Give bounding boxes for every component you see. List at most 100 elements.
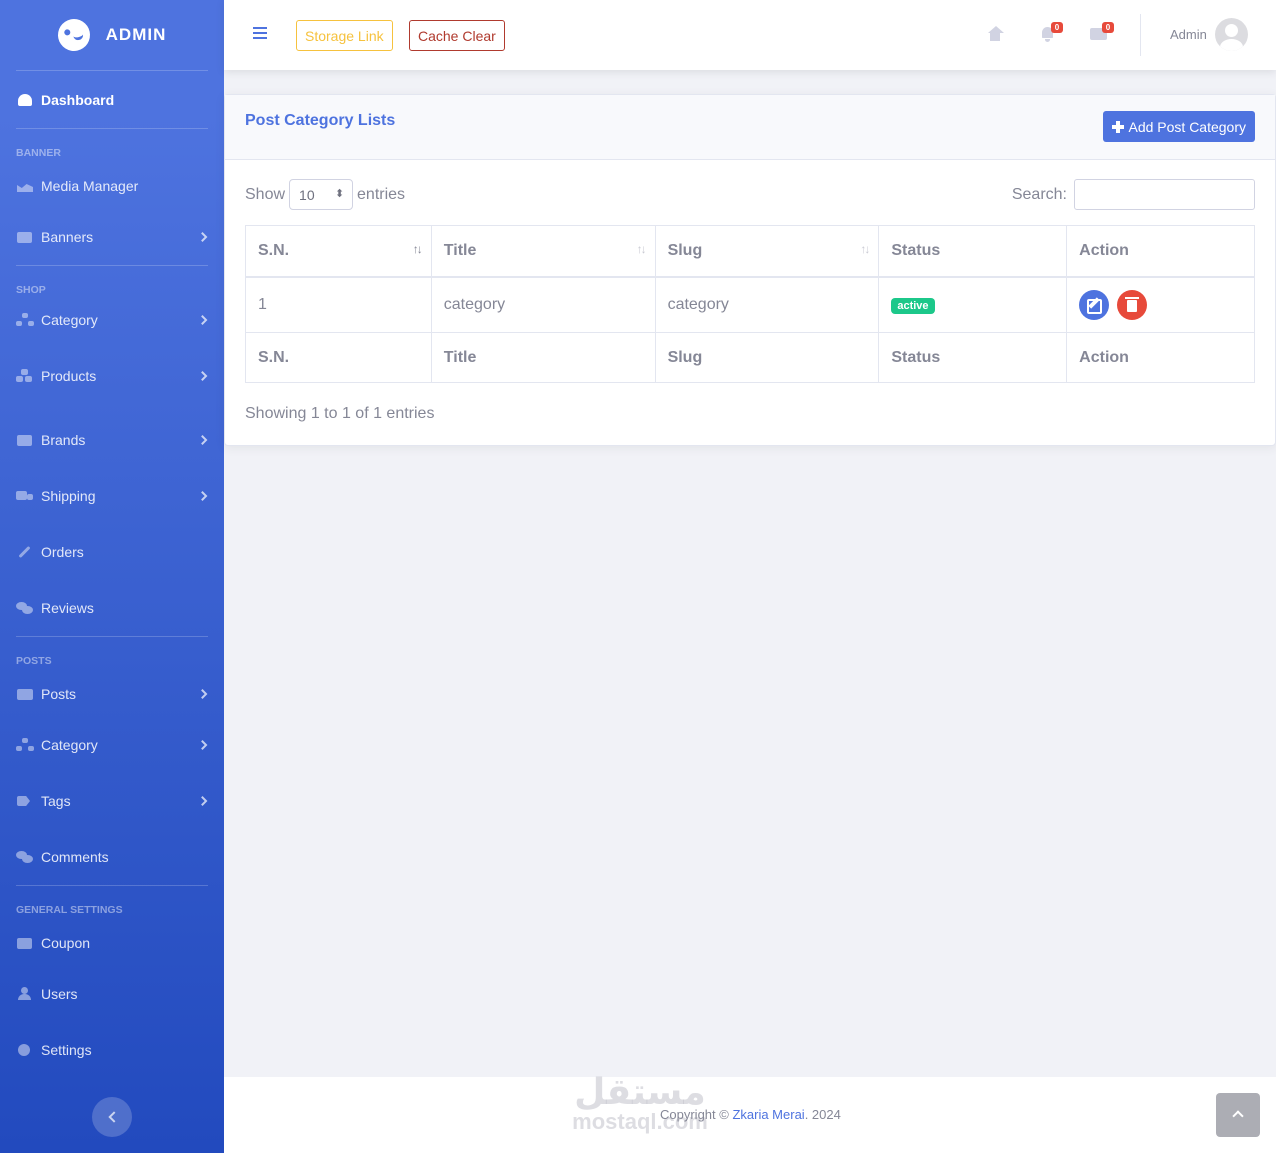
column-header-label: Title: [443, 241, 477, 259]
sidebar-item-media-manager[interactable]: Media Manager: [0, 163, 224, 209]
chart-area-icon: [16, 179, 34, 193]
column-header-label: S.N.: [258, 241, 290, 259]
search-input[interactable]: [1074, 179, 1255, 210]
sitemap-icon: [16, 738, 34, 752]
scroll-to-top-button[interactable]: [1216, 1093, 1260, 1137]
edit-button[interactable]: [1079, 289, 1110, 320]
storage-link-button[interactable]: Storage Link: [296, 20, 393, 51]
sidebar-item-comments[interactable]: Comments: [0, 829, 224, 885]
table-row: 1 category category active: [245, 276, 1255, 333]
table-icon: [16, 433, 34, 447]
author-link[interactable]: Zkaria Merai: [732, 1107, 804, 1122]
cell-title: category: [430, 276, 656, 333]
column-header-title[interactable]: Title ↑↓: [430, 225, 656, 278]
post-category-table: S.N. ↑↓ Title ↑↓ Slug ↑↓ Status Action 1 ca…: [245, 225, 1255, 383]
sidebar-item-label: Banners: [41, 229, 94, 245]
add-post-category-button[interactable]: Add Post Category: [1103, 111, 1255, 142]
laugh-wink-icon: [54, 16, 93, 54]
chevron-right-icon: [197, 740, 208, 750]
cell-status: active: [878, 276, 1068, 333]
copyright: Copyright © Zkaria Merai. 2024: [660, 1107, 841, 1122]
watermark: مستقل mostaql.com: [560, 1075, 720, 1133]
page-length-control: Show 10 entries: [245, 179, 405, 210]
brand-text: ADMIN: [105, 25, 167, 44]
avatar[interactable]: [1215, 18, 1248, 51]
hamburger-icon[interactable]: [253, 27, 267, 39]
image-icon: [16, 230, 34, 244]
sidebar-item-category[interactable]: Category: [0, 300, 224, 340]
cache-clear-button[interactable]: Cache Clear: [409, 20, 505, 51]
sidebar-brand[interactable]: ADMIN: [0, 0, 224, 70]
chevron-right-icon: [197, 371, 208, 381]
chevron-right-icon: [197, 796, 208, 806]
envelope-icon[interactable]: 0: [1090, 22, 1114, 42]
card-header: Post Category Lists Add Post Category: [225, 95, 1275, 160]
sidebar-item-orders[interactable]: Orders: [0, 524, 224, 580]
sidebar-item-label: Media Manager: [41, 178, 139, 194]
sidebar-item-label: Tags: [41, 793, 71, 809]
column-header-label: Slug: [667, 241, 703, 259]
tags-icon: [16, 794, 34, 808]
chevron-right-icon: [197, 435, 208, 445]
sort-icon: ↑↓: [636, 242, 647, 256]
comments-icon: [16, 601, 34, 615]
sidebar-item-label: Settings: [41, 1042, 92, 1058]
sidebar-item-posts[interactable]: Posts: [0, 671, 224, 717]
sidebar-item-label: Coupon: [41, 935, 91, 951]
sidebar-item-coupon[interactable]: Coupon: [0, 920, 224, 966]
chevron-right-icon: [197, 689, 208, 699]
bell-icon[interactable]: 0: [1039, 22, 1063, 42]
topbar: Storage Link Cache Clear 0 0 Admin: [224, 0, 1276, 70]
sidebar-item-dashboard[interactable]: Dashboard: [0, 71, 224, 128]
delete-button[interactable]: [1116, 289, 1147, 320]
sidebar-item-label: Category: [41, 312, 98, 328]
footer-header-action: Action: [1066, 332, 1255, 383]
sitemap-icon: [16, 313, 34, 327]
sidebar-item-settings[interactable]: Settings: [0, 1022, 224, 1078]
sidebar-item-banners[interactable]: Banners: [0, 209, 224, 265]
copyright-prefix: Copyright ©: [660, 1107, 733, 1122]
sidebar-toggle-button[interactable]: [92, 1097, 132, 1137]
comments-icon: [16, 850, 34, 864]
page-length-select[interactable]: 10: [289, 179, 354, 210]
sort-icon: ↑↓: [860, 242, 870, 256]
column-header-slug[interactable]: Slug ↑↓: [654, 225, 880, 278]
sidebar-item-users[interactable]: Users: [0, 966, 224, 1022]
cubes-icon: [16, 369, 34, 383]
sidebar-item-shipping[interactable]: Shipping: [0, 468, 224, 524]
footer-header-slug: Slug: [654, 332, 880, 383]
user-name[interactable]: Admin: [1170, 27, 1207, 42]
notifications-badge: 0: [1051, 22, 1063, 33]
sidebar-item-label: Brands: [41, 432, 86, 448]
footer-header-title: Title: [430, 332, 656, 383]
sidebar: ADMIN Dashboard BANNER Media Manager Ban…: [0, 0, 224, 1153]
sidebar-item-reviews[interactable]: Reviews: [0, 580, 224, 636]
table-info: Showing 1 to 1 of 1 entries: [245, 405, 435, 422]
sort-asc-icon: ↑↓: [412, 242, 423, 256]
topbar-divider: [1140, 14, 1141, 56]
home-icon[interactable]: [986, 26, 1004, 42]
sidebar-heading-general-settings: GENERAL SETTINGS: [16, 904, 123, 916]
search-control: Search:: [1012, 179, 1255, 210]
copyright-year: . 2024: [804, 1107, 841, 1122]
cell-slug: category: [654, 276, 880, 333]
footer: مستقل mostaql.com Copyright © Zkaria Mer…: [224, 1075, 1276, 1153]
sidebar-item-brands[interactable]: Brands: [0, 412, 224, 468]
sidebar-item-products[interactable]: Products: [0, 340, 224, 412]
show-label: Show: [245, 185, 286, 203]
users-icon: [16, 987, 34, 1001]
chevron-right-icon: [197, 232, 208, 242]
cell-action: [1066, 276, 1255, 333]
column-header-sn[interactable]: S.N. ↑↓: [245, 225, 432, 278]
sidebar-item-label: Comments: [41, 849, 109, 865]
sidebar-heading-banner: BANNER: [16, 147, 61, 159]
table-icon: [16, 936, 34, 950]
chevron-right-icon: [197, 315, 208, 325]
search-label: Search:: [1011, 185, 1067, 203]
sidebar-item-label: Products: [41, 368, 97, 384]
sidebar-heading-posts: POSTS: [16, 655, 52, 667]
hammer-icon: [16, 545, 34, 559]
sidebar-item-tags[interactable]: Tags: [0, 773, 224, 829]
sidebar-item-post-category[interactable]: Category: [0, 717, 224, 773]
messages-badge: 0: [1102, 22, 1114, 33]
